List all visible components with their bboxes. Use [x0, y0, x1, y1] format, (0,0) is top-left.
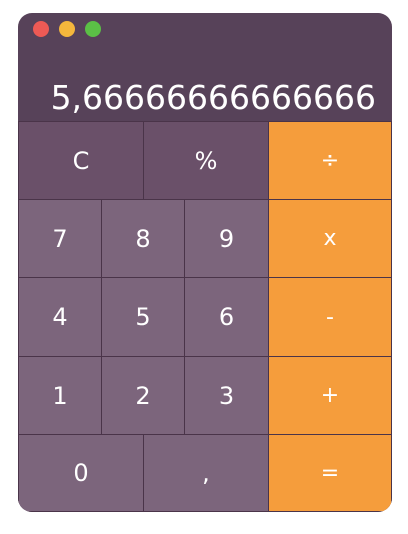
- percent-button[interactable]: %: [143, 121, 269, 200]
- keypad: C % ÷ 7 8 9 x 4 5 6 - 1 2 3 + 0 , =: [18, 121, 392, 512]
- digit-4-button[interactable]: 4: [18, 277, 102, 357]
- digit-7-button[interactable]: 7: [18, 199, 102, 278]
- multiply-button[interactable]: x: [268, 199, 392, 278]
- minimize-window-button[interactable]: [59, 21, 75, 37]
- digit-1-button[interactable]: 1: [18, 356, 102, 435]
- maximize-window-button[interactable]: [85, 21, 101, 37]
- equals-button[interactable]: =: [268, 434, 392, 512]
- title-bar: [18, 13, 392, 45]
- divide-button[interactable]: ÷: [268, 121, 392, 200]
- digit-5-button[interactable]: 5: [101, 277, 185, 357]
- digit-3-button[interactable]: 3: [184, 356, 269, 435]
- digit-2-button[interactable]: 2: [101, 356, 185, 435]
- close-window-button[interactable]: [33, 21, 49, 37]
- digit-0-button[interactable]: 0: [18, 434, 144, 512]
- subtract-button[interactable]: -: [268, 277, 392, 357]
- add-button[interactable]: +: [268, 356, 392, 435]
- digit-6-button[interactable]: 6: [184, 277, 269, 357]
- digit-8-button[interactable]: 8: [101, 199, 185, 278]
- result-display: 5,66666666666666: [50, 78, 376, 117]
- decimal-separator-button[interactable]: ,: [143, 434, 269, 512]
- calculator-window: 5,66666666666666 C % ÷ 7 8 9 x 4 5 6 - 1…: [18, 13, 392, 512]
- clear-button[interactable]: C: [18, 121, 144, 200]
- digit-9-button[interactable]: 9: [184, 199, 269, 278]
